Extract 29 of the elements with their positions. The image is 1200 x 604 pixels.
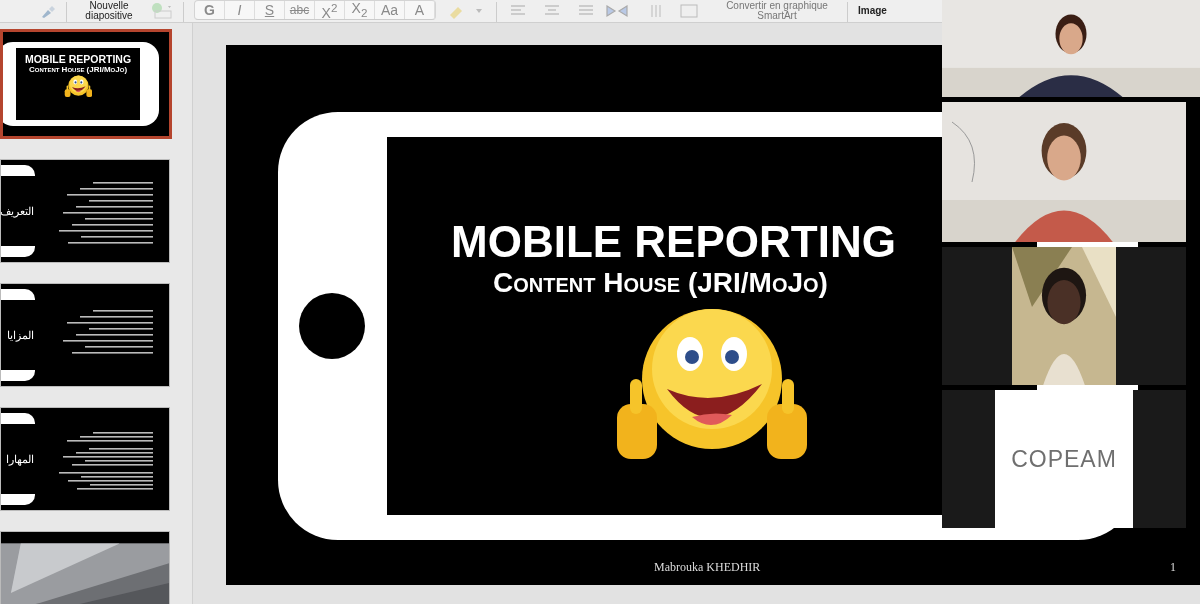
convert-smartart-button[interactable]: Convertir en graphique SmartArt: [717, 1, 837, 21]
slide-title: MOBILE REPORTING: [451, 217, 896, 267]
format-button[interactable]: Aa: [375, 1, 405, 19]
slide-thumbnail[interactable]: المزايا: [0, 283, 170, 387]
slide-number: 1: [1170, 560, 1176, 575]
slide-subtitle: Content House (JRI/MoJo): [28, 65, 128, 74]
slide-thumbnail[interactable]: التعريف: [0, 159, 170, 263]
format-button[interactable]: X$^{2}$: [315, 1, 345, 19]
slide-title: MOBILE REPORTING: [24, 53, 132, 65]
format-button[interactable]: S: [255, 1, 285, 19]
format-button[interactable]: A: [405, 1, 435, 19]
smiley-drawing: [63, 74, 93, 100]
slide-title: التعريف: [1, 204, 35, 218]
slide-subtitle: Content House (JRI/MoJo): [493, 267, 828, 299]
slide-thumbnail[interactable]: MOBILE REPORTING Content House (JRI/MoJo): [0, 29, 172, 139]
slide-thumbnail[interactable]: [0, 531, 170, 604]
format-button[interactable]: abc: [285, 1, 315, 19]
slide-title: المزايا: [7, 328, 35, 342]
slide-title: المهارا: [6, 452, 35, 466]
format-button[interactable]: G: [195, 1, 225, 19]
add-layout-icon[interactable]: [151, 3, 173, 19]
image-button[interactable]: Image: [858, 6, 887, 16]
logo-text: COPEAM: [1011, 445, 1117, 473]
format-button[interactable]: I: [225, 1, 255, 19]
paintbrush-icon[interactable]: [40, 5, 56, 19]
new-slide-button[interactable]: Nouvelle diapositive: [77, 1, 141, 21]
slide-footer: Mabrouka KHEDHIR: [654, 560, 761, 575]
slide-thumbnail[interactable]: المهارا: [0, 407, 170, 511]
format-button[interactable]: X$_{2}$: [345, 1, 375, 19]
